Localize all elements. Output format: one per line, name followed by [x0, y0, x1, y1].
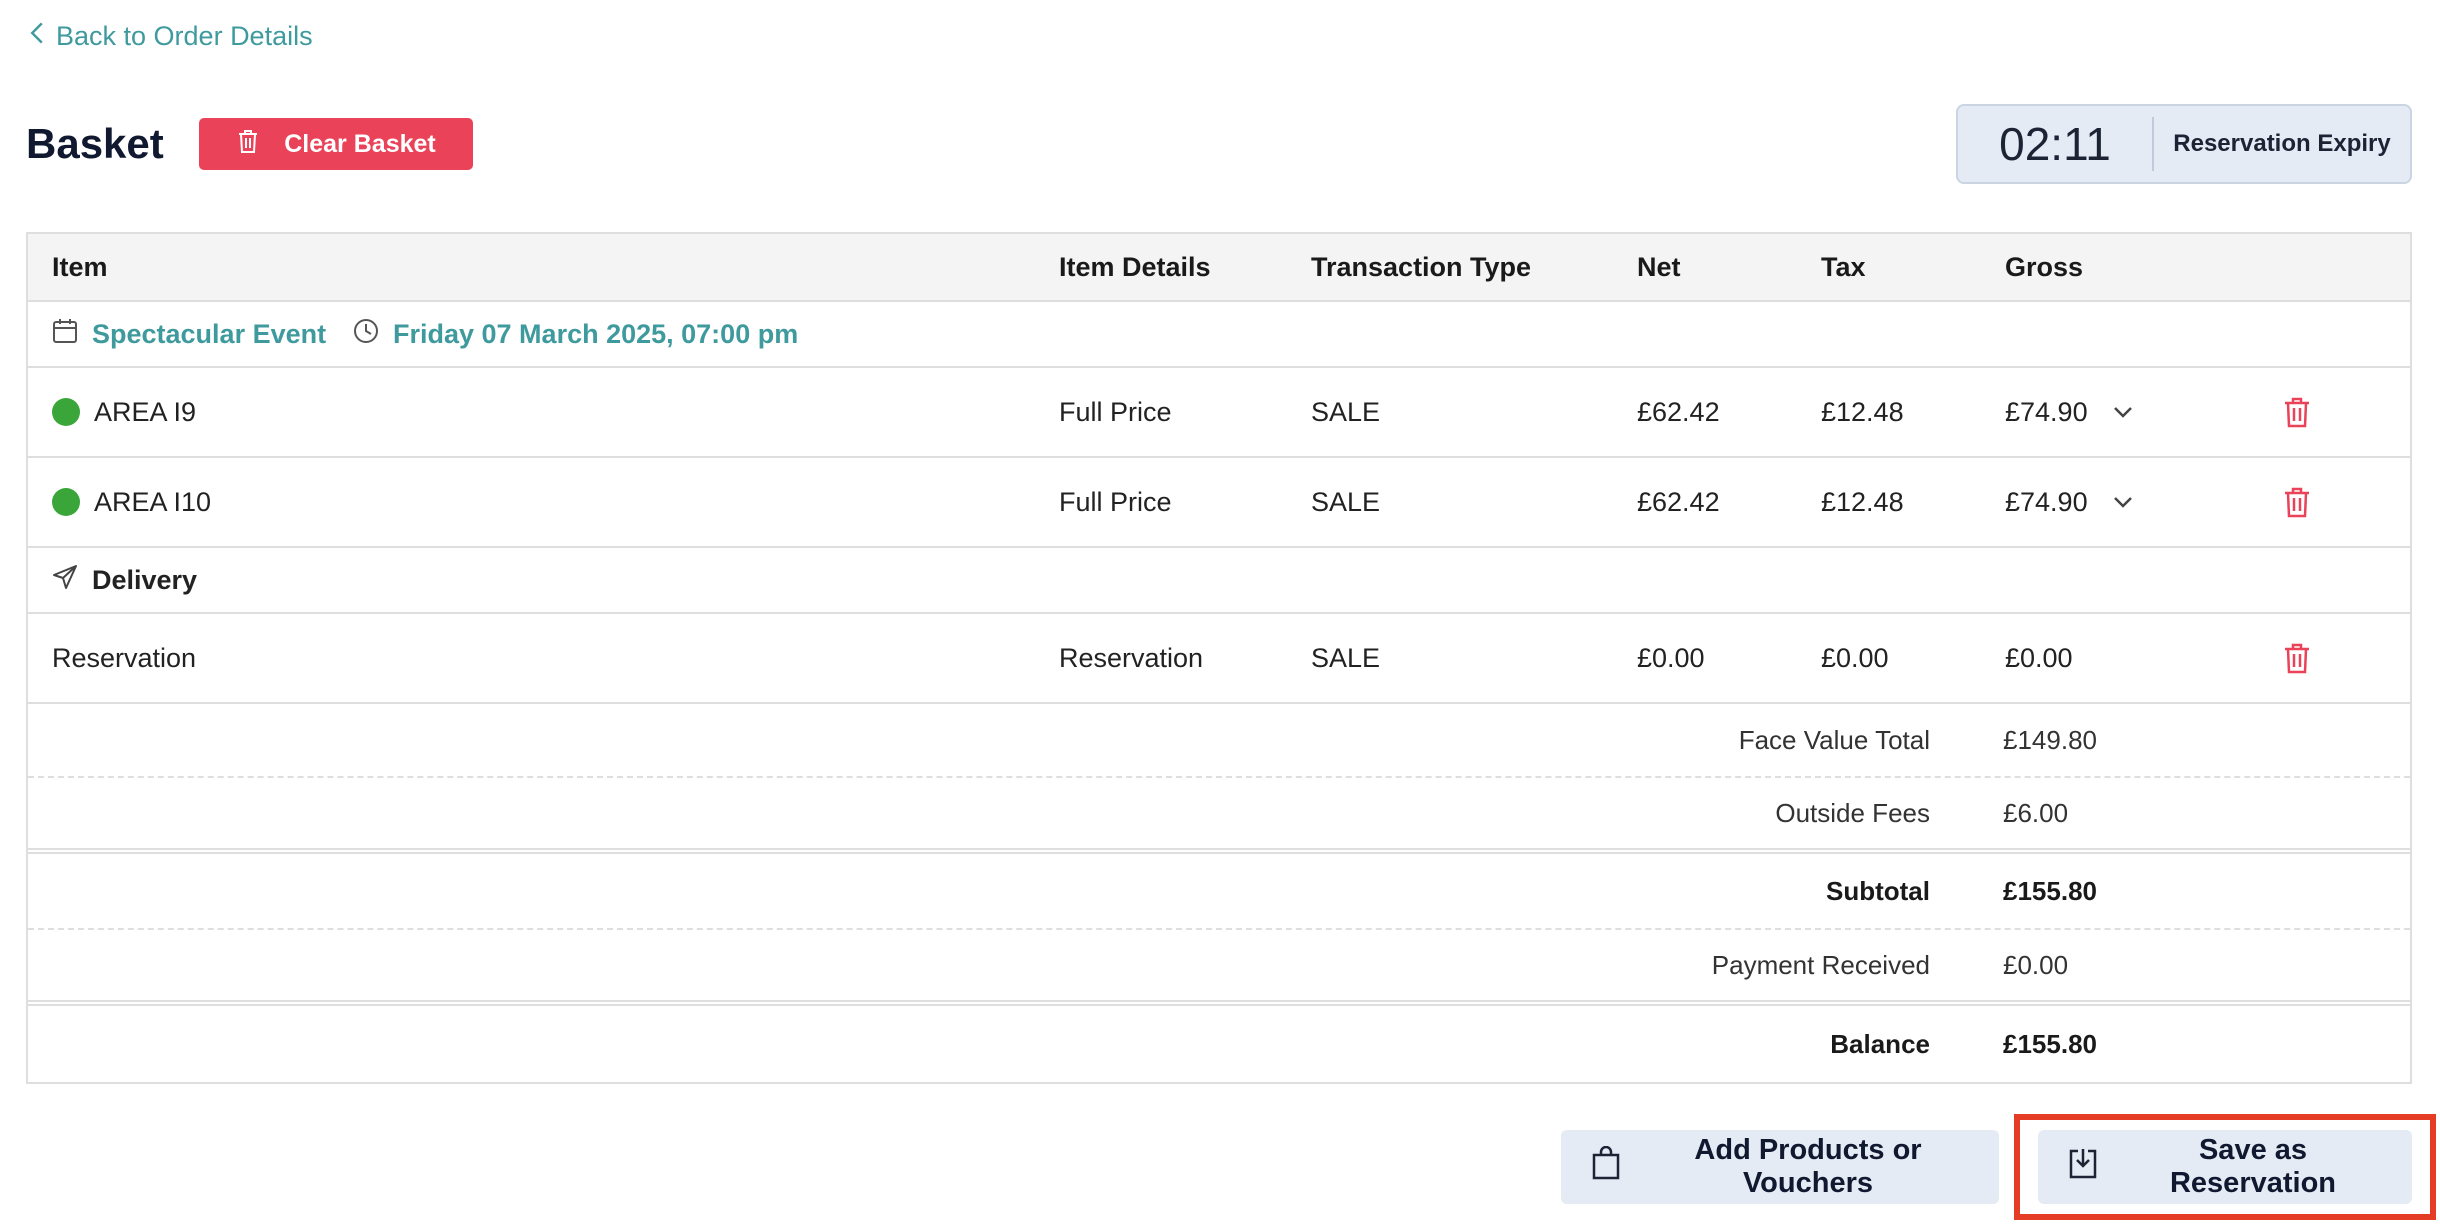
- delivery-label: Delivery: [92, 564, 198, 595]
- chevron-left-icon: [28, 21, 46, 52]
- payment-received-value: £0.00: [2003, 949, 2069, 980]
- item-details: Reservation: [1059, 642, 1204, 673]
- column-header-net: Net: [1637, 251, 1681, 282]
- event-date-label: Friday 07 March 2025, 07:00 pm: [393, 318, 799, 349]
- column-header-transaction-type: Transaction Type: [1311, 251, 1532, 282]
- basket-page: Back to Order Details Basket Clear Baske…: [0, 0, 2440, 1228]
- add-products-button[interactable]: Add Products or Vouchers: [1561, 1130, 1999, 1204]
- download-icon: [2068, 1146, 2098, 1188]
- transaction-type: SALE: [1311, 642, 1381, 673]
- reservation-timer: 02:11 Reservation Expiry: [1956, 104, 2412, 184]
- table-row: AREA I10 Full Price SALE £62.42 £12.48 £…: [28, 458, 2410, 548]
- outside-fees-row: Outside Fees £6.00: [28, 778, 2410, 854]
- shopping-bag-icon: [1591, 1145, 1621, 1188]
- chevron-down-icon[interactable]: [2112, 495, 2134, 509]
- status-dot: [52, 398, 80, 426]
- face-value-total-value: £149.80: [2003, 724, 2097, 755]
- outside-fees-label: Outside Fees: [1775, 797, 1930, 828]
- item-name: AREA I10: [94, 486, 212, 517]
- trash-icon: [236, 128, 260, 161]
- table-row: AREA I9 Full Price SALE £62.42 £12.48 £7…: [28, 368, 2410, 458]
- event-date[interactable]: Friday 07 March 2025, 07:00 pm: [353, 302, 798, 366]
- add-products-label: Add Products or Vouchers: [1694, 1134, 1922, 1199]
- delivery-row: Delivery: [28, 548, 2410, 614]
- table-row: Reservation Reservation SALE £0.00 £0.00…: [28, 614, 2410, 704]
- basket-table: Item Item Details Transaction Type Net T…: [26, 232, 2412, 1084]
- subtotal-value: £155.80: [2003, 875, 2097, 906]
- event-row: Spectacular Event Friday 07 March 2025, …: [28, 302, 2410, 368]
- save-as-reservation-button[interactable]: Save as Reservation: [2038, 1130, 2412, 1204]
- tax-value: £0.00: [1821, 642, 1889, 673]
- item-details: Full Price: [1059, 396, 1172, 427]
- subtotal-row: Subtotal £155.80: [28, 854, 2410, 930]
- gross-value: £0.00: [2005, 642, 2073, 673]
- column-header-tax: Tax: [1821, 251, 1866, 282]
- face-value-total-label: Face Value Total: [1738, 724, 1930, 755]
- gross-value: £74.90: [2005, 396, 2088, 427]
- delete-item-icon[interactable]: [2280, 641, 2314, 675]
- page-title: Basket: [26, 120, 164, 167]
- chevron-down-icon[interactable]: [2112, 405, 2134, 419]
- tax-value: £12.48: [1821, 396, 1904, 427]
- balance-label: Balance: [1830, 1028, 1930, 1059]
- table-header: Item Item Details Transaction Type Net T…: [28, 234, 2410, 302]
- payment-received-row: Payment Received £0.00: [28, 930, 2410, 1006]
- timer-value: 02:11: [1958, 117, 2154, 171]
- transaction-type: SALE: [1311, 486, 1381, 517]
- net-value: £62.42: [1637, 396, 1720, 427]
- send-icon: [52, 564, 78, 597]
- tax-value: £12.48: [1821, 486, 1904, 517]
- outside-fees-value: £6.00: [2003, 797, 2069, 828]
- item-cell: AREA I10: [52, 458, 211, 546]
- column-header-gross: Gross: [2005, 251, 2084, 282]
- item-name: AREA I9: [94, 396, 197, 427]
- timer-label: Reservation Expiry: [2173, 130, 2391, 157]
- item-name: Reservation: [52, 642, 197, 673]
- save-as-reservation-label: Save as Reservation: [2169, 1134, 2336, 1199]
- clear-basket-button[interactable]: Clear Basket: [199, 118, 473, 170]
- payment-received-label: Payment Received: [1711, 949, 1930, 980]
- item-details: Full Price: [1059, 486, 1172, 517]
- clear-basket-label: Clear Basket: [284, 129, 436, 158]
- calendar-icon: [52, 318, 78, 351]
- column-header-item: Item: [52, 251, 108, 282]
- delete-item-icon[interactable]: [2280, 395, 2314, 429]
- balance-value: £155.80: [2003, 1028, 2097, 1059]
- face-value-total-row: Face Value Total £149.80: [28, 704, 2410, 778]
- back-link-label: Back to Order Details: [56, 20, 313, 51]
- gross-value: £74.90: [2005, 486, 2088, 517]
- item-cell: AREA I9: [52, 368, 196, 456]
- event-name[interactable]: Spectacular Event: [52, 302, 326, 366]
- delivery-heading: Delivery: [52, 548, 197, 612]
- delete-item-icon[interactable]: [2280, 485, 2314, 519]
- net-value: £62.42: [1637, 486, 1720, 517]
- event-name-label: Spectacular Event: [92, 318, 327, 349]
- transaction-type: SALE: [1311, 396, 1381, 427]
- balance-row: Balance £155.80: [28, 1006, 2410, 1082]
- status-dot: [52, 488, 80, 516]
- net-value: £0.00: [1637, 642, 1705, 673]
- clock-icon: [353, 318, 379, 351]
- back-to-order-details-link[interactable]: Back to Order Details: [28, 18, 313, 54]
- subtotal-label: Subtotal: [1826, 875, 1930, 906]
- column-header-item-details: Item Details: [1059, 251, 1211, 282]
